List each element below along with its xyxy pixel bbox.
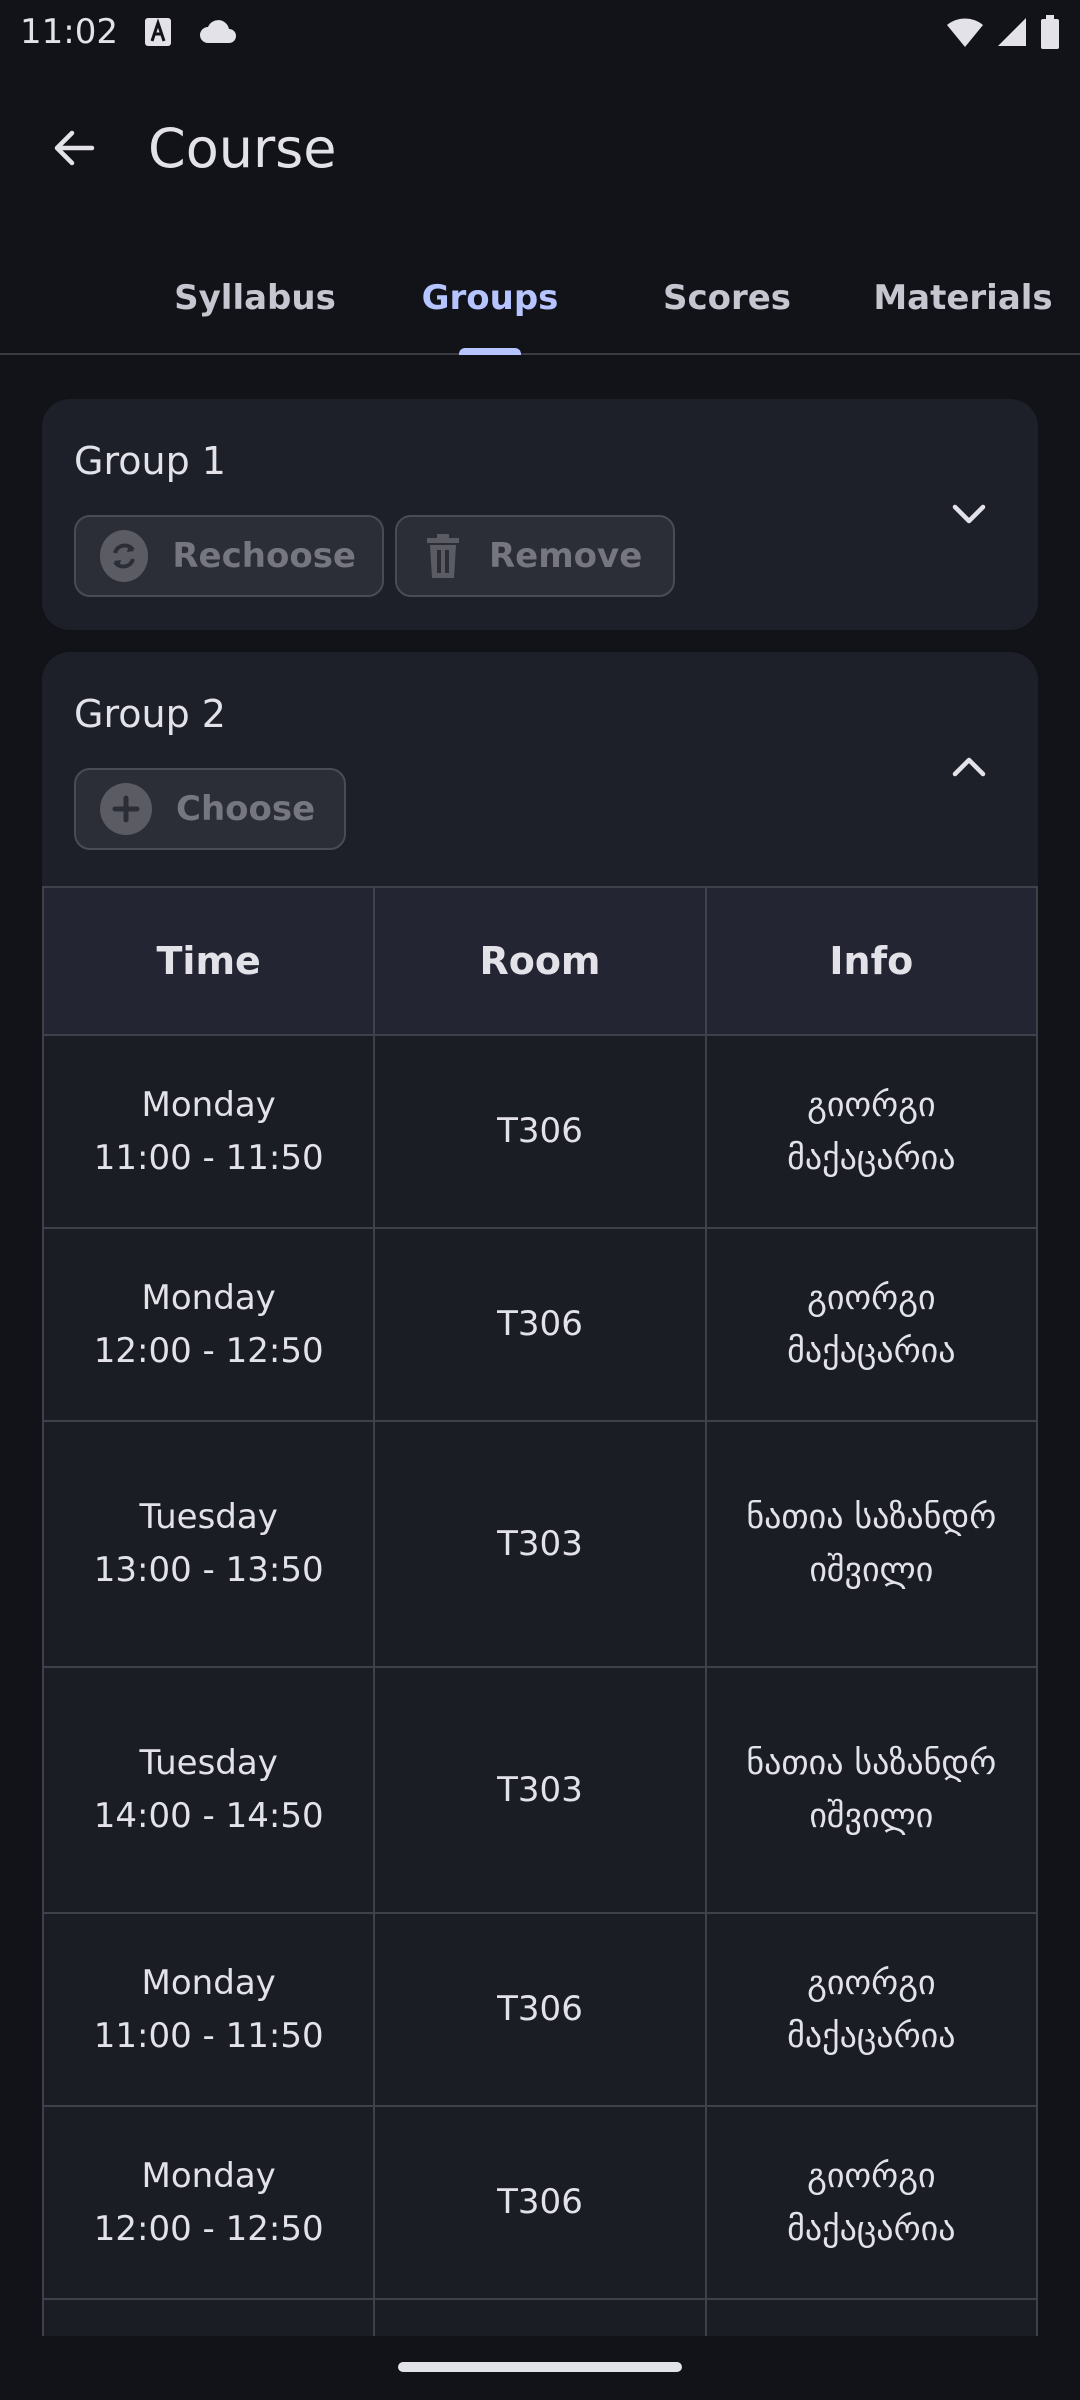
day-text: Monday	[141, 2155, 276, 2196]
sync-icon	[100, 530, 149, 582]
remove-label: Remove	[489, 536, 643, 576]
back-button[interactable]	[26, 100, 122, 196]
info-cell: გიორგი მაქაცარია	[704, 1912, 1039, 2107]
table-row: Monday 12:00 - 12:50 T306 გიორგი მაქაცარი…	[41, 2105, 1039, 2300]
time-range-text: 11:00 - 11:50	[93, 1137, 324, 1178]
rechoose-label: Rechoose	[172, 536, 356, 576]
page-title: Course	[148, 116, 337, 180]
room-cell: T306	[373, 1227, 707, 1422]
time-cell: Monday 12:00 - 12:50	[41, 1227, 376, 1422]
table-row: Tuesday 13:00 - 13:50 T303 ნათია საზანდრი…	[41, 1420, 1039, 1668]
rechoose-button[interactable]: Rechoose	[74, 515, 384, 597]
time-cell: Tuesday 14:00 - 14:50	[41, 1666, 376, 1914]
home-indicator[interactable]	[398, 2362, 682, 2372]
table-row: Monday 11:00 - 11:50 T306 გიორგი მაქაცარი…	[41, 1912, 1039, 2107]
remove-button[interactable]: Remove	[395, 515, 675, 597]
tab-scores[interactable]: Scores	[617, 240, 837, 355]
tab-label: Groups	[421, 277, 559, 318]
room-cell: T306	[373, 1912, 707, 2107]
trash-icon	[421, 530, 465, 582]
status-bar: 11:02	[0, 0, 1080, 64]
room-cell: T303	[373, 1666, 707, 1914]
table-row: Tuesday 14:00 - 14:50 T303 ნათია საზანდრი…	[41, 1666, 1039, 1914]
time-range-text: 11:00 - 11:50	[93, 2015, 324, 2056]
group-title: Group 2	[74, 692, 226, 736]
active-tab-indicator	[459, 348, 521, 355]
arrow-back-icon	[54, 130, 95, 166]
day-text: Monday	[141, 1277, 276, 1318]
chevron-up-icon[interactable]	[944, 742, 994, 792]
chevron-down-icon[interactable]	[944, 489, 994, 539]
column-header-room: Room	[373, 886, 707, 1036]
tab-syllabus[interactable]: Syllabus	[145, 240, 365, 355]
top-app-bar: Course	[0, 88, 1080, 208]
choose-label: Choose	[176, 789, 316, 829]
time-cell: Tuesday 13:00 - 13:50	[41, 1420, 376, 1668]
column-header-info: Info	[704, 886, 1039, 1036]
tab-materials[interactable]: Materials	[853, 240, 1073, 355]
time-range-text: 14:00 - 14:50	[93, 1796, 324, 1836]
time-cell: Monday 11:00 - 11:50	[41, 1034, 376, 1229]
battery-icon	[1041, 15, 1059, 49]
group-card-1[interactable]: Group 1 Rechoose Remove	[42, 399, 1038, 630]
tab-label: Scores	[662, 277, 792, 318]
info-cell: გიორგი მაქაცარია	[704, 1034, 1039, 1229]
add-circle-icon	[100, 783, 152, 835]
room-cell: T306	[373, 2105, 707, 2300]
table-header-row: Time Room Info	[41, 886, 1039, 1036]
day-text: Tuesday	[139, 1743, 278, 1783]
time-range-text: 12:00 - 12:50	[93, 1330, 324, 1371]
status-time: 11:02	[20, 12, 118, 52]
day-text: Monday	[141, 1962, 276, 2003]
day-text: Monday	[141, 1084, 276, 1125]
tab-bar: Syllabus Groups Scores Materials	[0, 240, 1080, 355]
info-cell: გიორგი მაქაცარია	[704, 2105, 1039, 2300]
schedule-table: Time Room Info Monday 11:00 - 11:50 T306 …	[41, 886, 1039, 2380]
info-cell: ნათია საზანდრიშვილი	[704, 1420, 1039, 1668]
table-row: Monday 12:00 - 12:50 T306 გიორგი მაქაცარი…	[41, 1227, 1039, 1422]
room-cell: T306	[373, 1034, 707, 1229]
column-header-time: Time	[41, 886, 376, 1036]
group-card-2[interactable]: Group 2 Choose	[42, 652, 1038, 888]
table-row: Monday 11:00 - 11:50 T306 გიორგი მაქაცარი…	[41, 1034, 1039, 1229]
group-title: Group 1	[74, 439, 226, 483]
tab-label: Materials	[873, 277, 1053, 318]
signal-icon	[998, 18, 1026, 46]
choose-button[interactable]: Choose	[74, 768, 346, 850]
info-cell: გიორგი მაქაცარია	[704, 1227, 1039, 1422]
a-badge-icon	[144, 18, 171, 46]
time-range-text: 12:00 - 12:50	[93, 2208, 324, 2249]
tab-groups[interactable]: Groups	[380, 240, 600, 355]
time-cell: Monday 11:00 - 11:50	[41, 1912, 376, 2107]
room-cell: T303	[373, 1420, 707, 1668]
time-range-text: 13:00 - 13:50	[93, 1550, 324, 1590]
cloud-icon	[199, 20, 236, 43]
day-text: Tuesday	[139, 1497, 278, 1537]
tab-label: Syllabus	[174, 277, 336, 318]
wifi-icon	[947, 18, 983, 47]
time-cell: Monday 12:00 - 12:50	[41, 2105, 376, 2300]
info-cell: ნათია საზანდრიშვილი	[704, 1666, 1039, 1914]
